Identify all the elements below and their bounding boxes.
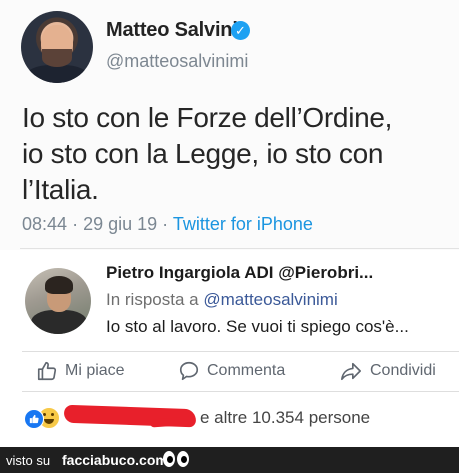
eyes-logo-icon <box>163 451 191 469</box>
tweet-text: Io sto con le Forze dell’Ordine, io sto … <box>22 100 442 208</box>
like-label: Mi piace <box>65 362 125 379</box>
commenter-name[interactable]: Pietro Ingargiola ADI @Pierobri... <box>106 263 373 283</box>
tweet-card: Matteo Salvini ✓ @matteosalvinimi Io sto… <box>0 0 459 250</box>
action-bar: Mi piace Commenta Condividi <box>0 352 459 390</box>
tweet-meta: 08:44 · 29 giu 19 · Twitter for iPhone <box>22 214 313 235</box>
tweet-source-link[interactable]: Twitter for iPhone <box>173 214 313 234</box>
like-button[interactable]: Mi piace <box>36 358 125 384</box>
watermark-prefix: visto su <box>6 453 51 468</box>
thumbs-up-icon <box>37 361 57 381</box>
watermark-site: facciabuco.com <box>62 452 168 468</box>
reply-to-line: In risposta a @matteosalvinimi <box>106 290 338 310</box>
speech-bubble-icon <box>179 361 199 381</box>
reactions-count-text: e altre 10.354 persone <box>200 408 371 427</box>
comment-button[interactable]: Commenta <box>178 358 285 384</box>
watermark-bar: visto su facciabuco.com <box>0 447 459 473</box>
tweet-date: 29 giu 19 <box>83 214 158 234</box>
share-arrow-icon <box>341 362 361 381</box>
share-label: Condividi <box>370 362 436 379</box>
tweet-text-line: l’Italia. <box>22 174 99 205</box>
share-button[interactable]: Condividi <box>339 358 436 384</box>
author-name[interactable]: Matteo Salvini <box>106 19 238 42</box>
verified-badge-icon: ✓ <box>231 21 250 40</box>
reply-mention-link[interactable]: @matteosalvinimi <box>203 290 337 309</box>
reply-prefix: In risposta a <box>106 290 199 309</box>
meta-separator: · <box>162 214 169 234</box>
commenter-avatar[interactable] <box>25 268 91 334</box>
author-handle[interactable]: @matteosalvinimi <box>106 51 248 72</box>
comment-label: Commenta <box>207 362 286 379</box>
divider <box>20 248 459 249</box>
comment-text: Io sto al lavoro. Se vuoi ti spiego cos'… <box>106 317 409 336</box>
like-reaction-icon <box>24 409 44 429</box>
meta-separator: · <box>72 214 79 234</box>
reactions-summary[interactable]: e altre 10.354 persone <box>0 392 459 442</box>
author-avatar[interactable] <box>21 11 93 83</box>
tweet-text-line: Io sto con le Forze dell’Ordine, <box>22 102 393 133</box>
tweet-text-line: io sto con la Legge, io sto con <box>22 138 384 169</box>
tweet-time: 08:44 <box>22 214 68 234</box>
